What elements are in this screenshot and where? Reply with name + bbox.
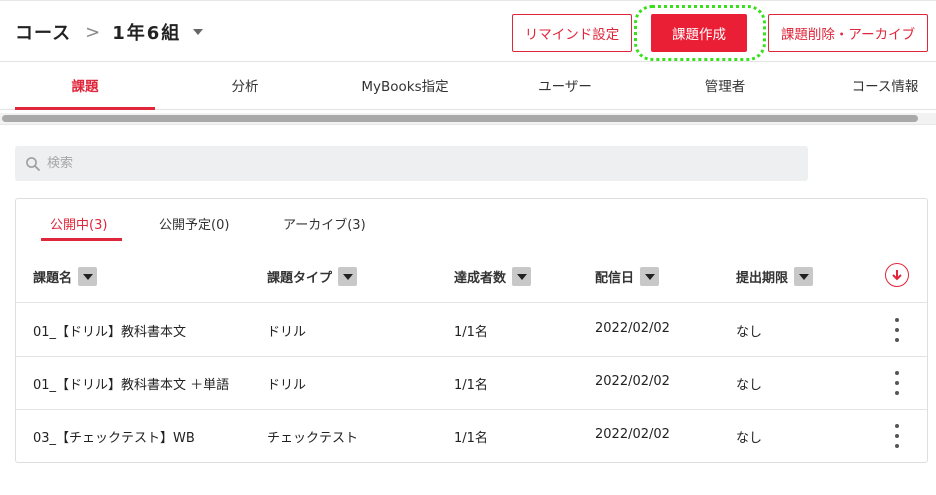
assignment-name[interactable]: 01_【ドリル】教科書本文 ＋単語 xyxy=(33,374,229,393)
table-row[interactable]: 01_【ドリル】教科書本文 ＋単語 ドリル 1/1名 2022/02/02 なし xyxy=(16,357,927,410)
active-tab-indicator xyxy=(41,238,122,241)
tab-mybooks[interactable]: MyBooks指定 xyxy=(335,62,475,108)
tab-archived[interactable]: アーカイブ(3) xyxy=(283,214,366,236)
assignment-name[interactable]: 01_【ドリル】教科書本文 xyxy=(33,321,186,340)
tab-published[interactable]: 公開中(3) xyxy=(50,214,107,236)
assignment-type: ドリル xyxy=(267,325,307,340)
deadline: なし xyxy=(736,431,763,446)
class-dropdown-caret-icon[interactable] xyxy=(193,29,204,35)
search-bar[interactable] xyxy=(15,146,808,181)
horizontal-scrollbar[interactable] xyxy=(0,113,936,125)
page-header: コース > 1年6組 リマインド設定 課題作成 課題削除・アーカイブ xyxy=(0,4,936,62)
breadcrumb: コース > 1年6組 xyxy=(15,18,204,46)
column-label: 課題タイプ xyxy=(267,271,333,286)
delivery-date: 2022/02/02 xyxy=(595,321,670,336)
tab-assignments[interactable]: 課題 xyxy=(15,62,155,110)
column-header-name: 課題名 xyxy=(33,267,98,286)
column-header-achievers: 達成者数 xyxy=(454,267,532,286)
table-row[interactable]: 03_【チェックテスト】WB チェックテスト 1/1名 2022/02/02 な… xyxy=(16,410,927,463)
column-label: 課題名 xyxy=(33,271,73,286)
remind-settings-button[interactable]: リマインド設定 xyxy=(512,14,632,52)
status-tabs: 公開中(3) 公開予定(0) アーカイブ(3) xyxy=(16,199,927,243)
table-row[interactable]: 01_【ドリル】教科書本文 ドリル 1/1名 2022/02/02 なし xyxy=(16,304,927,357)
achiever-count: 1/1名 xyxy=(454,378,488,393)
achiever-count: 1/1名 xyxy=(454,431,488,446)
sort-dropdown-icon[interactable] xyxy=(640,267,660,286)
deadline: なし xyxy=(736,325,763,340)
class-name[interactable]: 1年6組 xyxy=(112,19,181,45)
column-label: 配信日 xyxy=(595,271,635,286)
search-icon xyxy=(26,156,40,171)
assignment-name[interactable]: 03_【チェックテスト】WB xyxy=(33,427,195,446)
column-label: 提出期限 xyxy=(736,271,789,286)
more-options-icon[interactable] xyxy=(890,424,904,448)
scrollbar-thumb[interactable] xyxy=(2,115,918,122)
more-options-icon[interactable] xyxy=(890,318,904,342)
highlight-annotation xyxy=(634,5,766,61)
delivery-date: 2022/02/02 xyxy=(595,374,670,389)
tab-analysis[interactable]: 分析 xyxy=(175,62,315,108)
achiever-count: 1/1名 xyxy=(454,325,488,340)
breadcrumb-course[interactable]: コース xyxy=(15,19,71,45)
download-icon[interactable] xyxy=(885,263,909,287)
search-input[interactable] xyxy=(47,156,747,171)
tab-scheduled[interactable]: 公開予定(0) xyxy=(159,214,229,236)
column-header-type: 課題タイプ xyxy=(267,267,358,286)
tab-course-info[interactable]: コース情報 xyxy=(815,62,936,108)
column-header-deadline: 提出期限 xyxy=(736,267,814,286)
breadcrumb-chevron-icon: > xyxy=(85,21,101,43)
more-options-icon[interactable] xyxy=(890,371,904,395)
column-header-date: 配信日 xyxy=(595,267,660,286)
sort-dropdown-icon[interactable] xyxy=(794,267,814,286)
table-header: 課題名 課題タイプ 達成者数 配信日 提出期限 xyxy=(16,251,927,303)
tab-admins[interactable]: 管理者 xyxy=(655,62,795,108)
sort-dropdown-icon[interactable] xyxy=(338,267,358,286)
sort-dropdown-icon[interactable] xyxy=(78,267,98,286)
down-arrow-icon xyxy=(892,270,902,281)
delivery-date: 2022/02/02 xyxy=(595,427,670,442)
assignments-card: 公開中(3) 公開予定(0) アーカイブ(3) 課題名 課題タイプ 達成者数 配… xyxy=(15,198,928,463)
assignment-type: ドリル xyxy=(267,378,307,393)
assignment-type: チェックテスト xyxy=(267,431,359,446)
sort-dropdown-icon[interactable] xyxy=(512,267,532,286)
delete-archive-button[interactable]: 課題削除・アーカイブ xyxy=(768,14,928,52)
tab-users[interactable]: ユーザー xyxy=(495,62,635,108)
course-nav-tabs: 課題 分析 MyBooks指定 ユーザー 管理者 コース情報 xyxy=(0,62,936,110)
column-label: 達成者数 xyxy=(454,271,507,286)
deadline: なし xyxy=(736,378,763,393)
